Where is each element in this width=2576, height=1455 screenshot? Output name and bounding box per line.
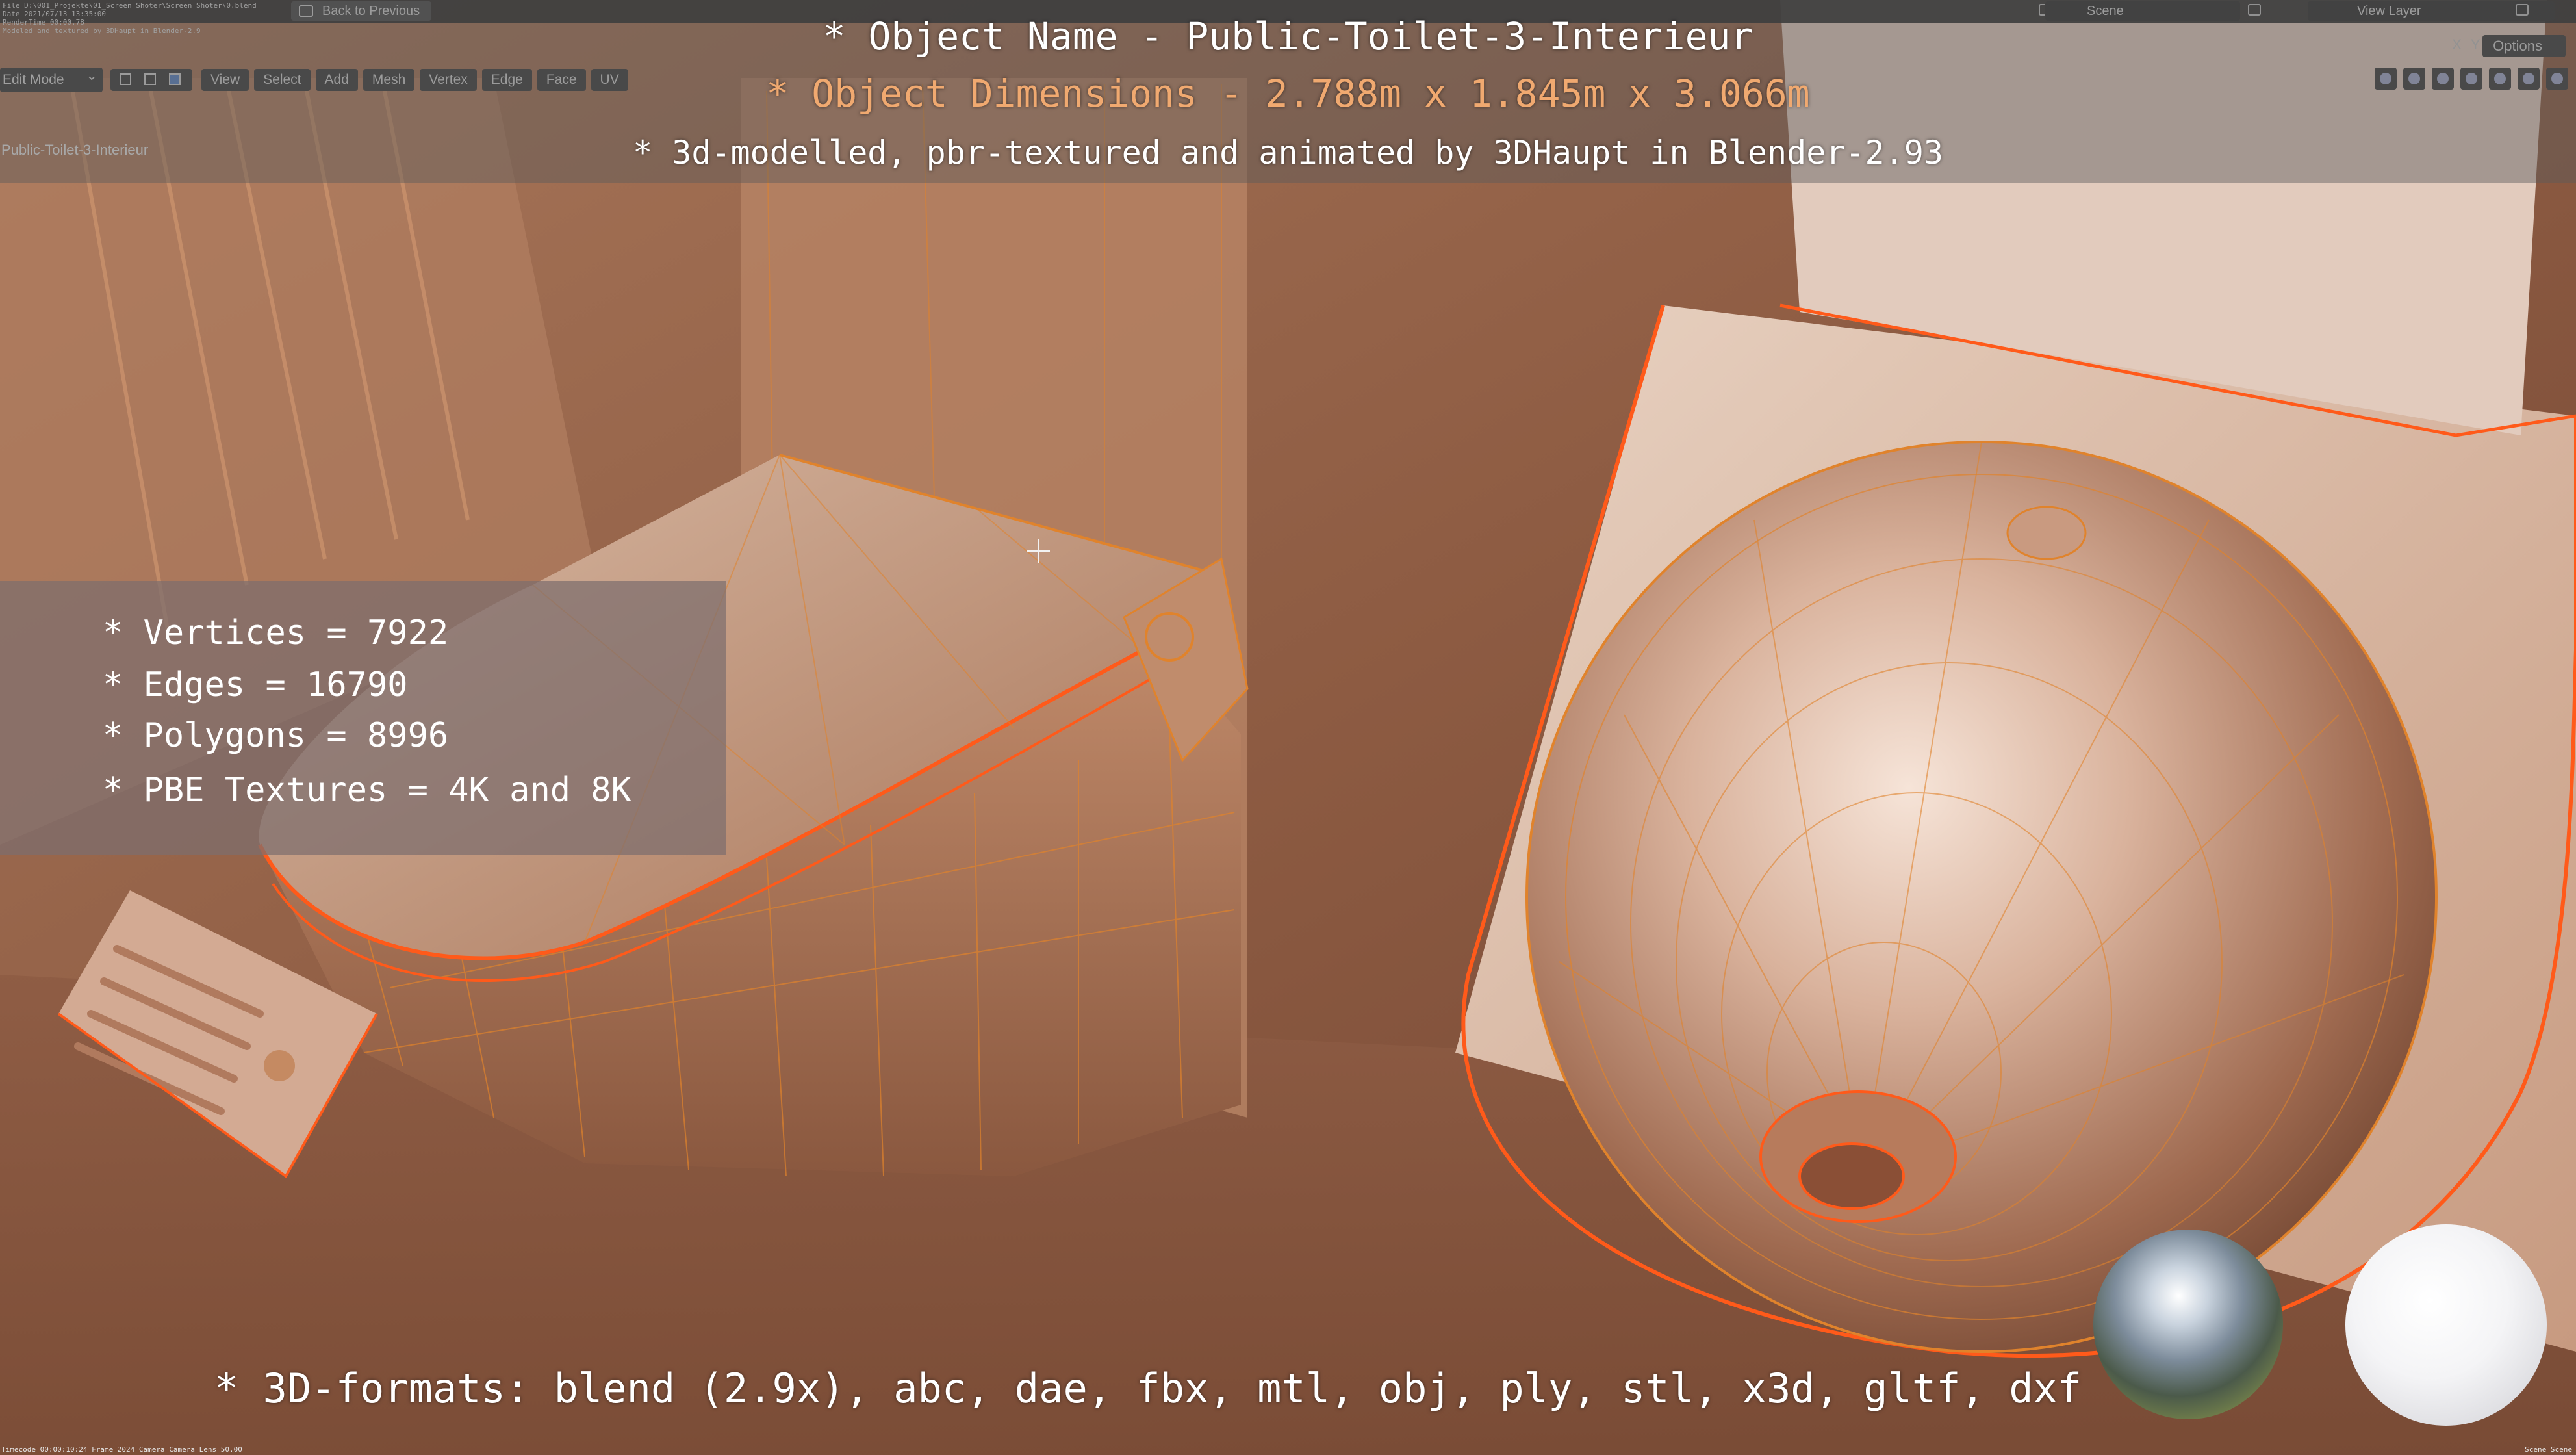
vertices-stat: * Vertices = 7922 [103, 613, 449, 652]
diffuse-preview-sphere [2345, 1224, 2547, 1426]
footer-render-info: Timecode 00:00:10:24 Frame 2024 Camera C… [1, 1445, 242, 1454]
hdri-preview-sphere [2093, 1230, 2283, 1419]
edges-stat: * Edges = 16790 [103, 665, 408, 704]
object-name-line: * Object Name - Public-Toilet-3-Interieu… [823, 14, 1753, 58]
3d-cursor-icon[interactable] [1027, 539, 1050, 563]
mesh-stats-panel: * Vertices = 7922 * Edges = 16790 * Poly… [0, 581, 726, 855]
textures-stat: * PBE Textures = 4K and 8K [103, 771, 631, 810]
3d-viewport[interactable]: File D:\001_Projekte\01_Screen Shoter\Sc… [0, 0, 2576, 1455]
footer-scene-info: Scene Scene [2525, 1445, 2572, 1454]
formats-line: * 3D-formats: blend (2.9x), abc, dae, fb… [214, 1365, 2082, 1412]
credit-line: * 3d-modelled, pbr-textured and animated… [633, 134, 1943, 172]
object-dimensions-line: * Object Dimensions - 2.788m x 1.845m x … [766, 71, 1810, 116]
polygons-stat: * Polygons = 8996 [103, 716, 449, 755]
